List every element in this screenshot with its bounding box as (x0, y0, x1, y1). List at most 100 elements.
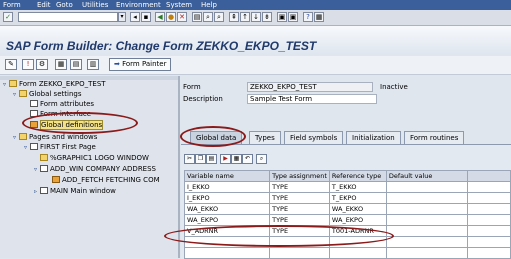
extra-cell[interactable] (466, 214, 511, 226)
default-value-cell[interactable] (385, 192, 468, 204)
type-assignment-cell[interactable]: TYPE (269, 192, 330, 204)
description-field[interactable]: Sample Test Form (247, 94, 377, 104)
menu-system[interactable]: System (166, 0, 192, 10)
back-history-icon[interactable]: ◂ (130, 12, 140, 22)
delete-row-icon[interactable]: ▦ (231, 154, 242, 164)
reference-type-cell[interactable] (328, 247, 387, 259)
reference-type-cell[interactable]: T_EKPO (328, 192, 387, 204)
folder-icon (19, 133, 27, 140)
form-painter-button[interactable]: ➡ Form Painter (109, 58, 172, 71)
table-row[interactable]: I_EKPO TYPE T_EKPO (183, 192, 511, 204)
first-page-icon[interactable]: ⇞ (229, 12, 239, 22)
menu-help[interactable]: Help (201, 0, 217, 10)
tree-node-main-window[interactable]: ▹ MAIN Main window (34, 187, 116, 196)
extra-cell[interactable] (466, 181, 511, 193)
shortcut-icon[interactable]: ▣ (288, 12, 298, 22)
display-change-icon[interactable]: ✎ (5, 59, 17, 70)
default-value-cell[interactable] (385, 181, 468, 193)
previous-page-icon[interactable]: ↑ (240, 12, 250, 22)
status-text: Inactive (380, 83, 408, 91)
default-value-cell[interactable] (385, 225, 468, 237)
form-info-icon[interactable]: ▤ (70, 59, 82, 70)
tree-node-add-fetch[interactable]: ADD_FETCH FETCHING COM (52, 176, 160, 185)
type-assignment-cell[interactable]: TYPE (269, 203, 330, 215)
test-icon[interactable]: ⚙ (36, 59, 48, 70)
command-dropdown-icon[interactable]: ▾ (118, 12, 126, 22)
print-icon[interactable]: ▤ (192, 12, 202, 22)
type-assignment-cell[interactable]: TYPE (269, 181, 330, 193)
details-icon[interactable]: ⌕ (256, 154, 267, 164)
copy-icon[interactable]: ❐ (195, 154, 206, 164)
menu-environment[interactable]: Environment (116, 0, 161, 10)
tree-node-global-settings[interactable]: ▿ Global settings (13, 90, 81, 99)
annotation-ellipse-global-data-tab (180, 126, 246, 147)
paste-icon[interactable]: ▤ (206, 154, 217, 164)
standard-toolbar: ✓ ▾ ◂ ▪ ◀ ● ✕ ▤ ⌕ ⌕ ⇞ ↑ ↓ ⇟ ▣ ▣ ? ▦ (0, 10, 511, 26)
extra-cell[interactable] (466, 247, 511, 259)
find-icon[interactable]: ⌕ (203, 12, 213, 22)
tab-types[interactable]: Types (249, 131, 281, 144)
menu-utilities[interactable]: Utilities (82, 0, 108, 10)
back-icon[interactable]: ◀ (155, 12, 165, 22)
extra-cell[interactable] (466, 225, 511, 237)
column-header[interactable] (466, 170, 511, 182)
layout-menu-icon[interactable]: ▦ (314, 12, 324, 22)
default-value-cell[interactable] (385, 247, 468, 259)
activate-icon[interactable]: ▦ (55, 59, 67, 70)
undo-icon[interactable]: ↶ (242, 154, 253, 164)
tab-initialization[interactable]: Initialization (346, 131, 401, 144)
variable-name-cell[interactable]: I_EKKO (183, 181, 271, 193)
variable-name-cell[interactable]: WA_EKPO (183, 214, 271, 226)
tree-node-first-page[interactable]: ▿ FIRST First Page (24, 143, 96, 152)
tab-field-symbols[interactable]: Field symbols (284, 131, 344, 144)
extra-cell[interactable] (466, 203, 511, 215)
tab-form-routines[interactable]: Form routines (404, 131, 465, 144)
column-header[interactable]: Variable name (183, 170, 271, 182)
window-icon (40, 187, 48, 194)
tree-node-add-win[interactable]: ▿ ADD_WIN COMPANY ADDRESS (34, 165, 156, 174)
variable-name-cell[interactable]: WA_EKKO (183, 203, 271, 215)
graphic-icon (40, 154, 48, 161)
save-icon[interactable]: ▪ (141, 12, 151, 22)
tree-node-form[interactable]: ▿ Form ZEKKO_EKPO_TEST (3, 80, 106, 89)
reference-type-cell[interactable]: WA_EKKO (328, 203, 387, 215)
menu-edit[interactable]: Edit (37, 0, 51, 10)
column-header[interactable]: Default value (385, 170, 468, 182)
new-session-icon[interactable]: ▣ (277, 12, 287, 22)
tree-node-pages-windows[interactable]: ▿ Pages and windows (13, 133, 97, 142)
exit-icon[interactable]: ● (166, 12, 176, 22)
column-header[interactable]: Type assignment (269, 170, 330, 182)
default-value-cell[interactable] (385, 214, 468, 226)
cut-icon[interactable]: ✂ (184, 154, 195, 164)
reference-type-cell[interactable]: WA_EKPO (328, 214, 387, 226)
default-value-cell[interactable] (385, 203, 468, 215)
field-list-icon[interactable]: ▥ (87, 59, 99, 70)
cancel-icon[interactable]: ✕ (177, 12, 187, 22)
type-assignment-cell[interactable] (269, 247, 330, 259)
command-field[interactable] (18, 12, 118, 22)
tree-node-form-attributes[interactable]: Form attributes (30, 100, 94, 109)
check-icon[interactable]: ǃ (22, 59, 34, 70)
enter-icon[interactable]: ✓ (3, 12, 13, 22)
extra-cell[interactable] (466, 192, 511, 204)
table-row[interactable]: WA_EKPO TYPE WA_EKPO (183, 214, 511, 226)
variable-name-cell[interactable] (183, 247, 271, 259)
tree-node-graphic-window[interactable]: %GRAPHIC1 LOGO WINDOW (40, 154, 149, 163)
extra-cell[interactable] (466, 236, 511, 248)
menu-form[interactable]: Form (3, 0, 21, 10)
reference-type-cell[interactable]: T_EKKO (328, 181, 387, 193)
menu-goto[interactable]: Goto (56, 0, 73, 10)
default-value-cell[interactable] (385, 236, 468, 248)
last-page-icon[interactable]: ⇟ (262, 12, 272, 22)
table-header-row: Variable name Type assignment Reference … (183, 170, 511, 182)
find-next-icon[interactable]: ⌕ (214, 12, 224, 22)
table-row[interactable]: I_EKKO TYPE T_EKKO (183, 181, 511, 193)
column-header[interactable]: Reference type (328, 170, 387, 182)
insert-row-icon[interactable]: ▶ (220, 154, 231, 164)
variable-name-cell[interactable]: I_EKPO (183, 192, 271, 204)
table-row[interactable] (183, 247, 511, 259)
type-assignment-cell[interactable]: TYPE (269, 214, 330, 226)
help-icon[interactable]: ? (303, 12, 313, 22)
next-page-icon[interactable]: ↓ (251, 12, 261, 22)
table-row[interactable]: WA_EKKO TYPE WA_EKKO (183, 203, 511, 215)
